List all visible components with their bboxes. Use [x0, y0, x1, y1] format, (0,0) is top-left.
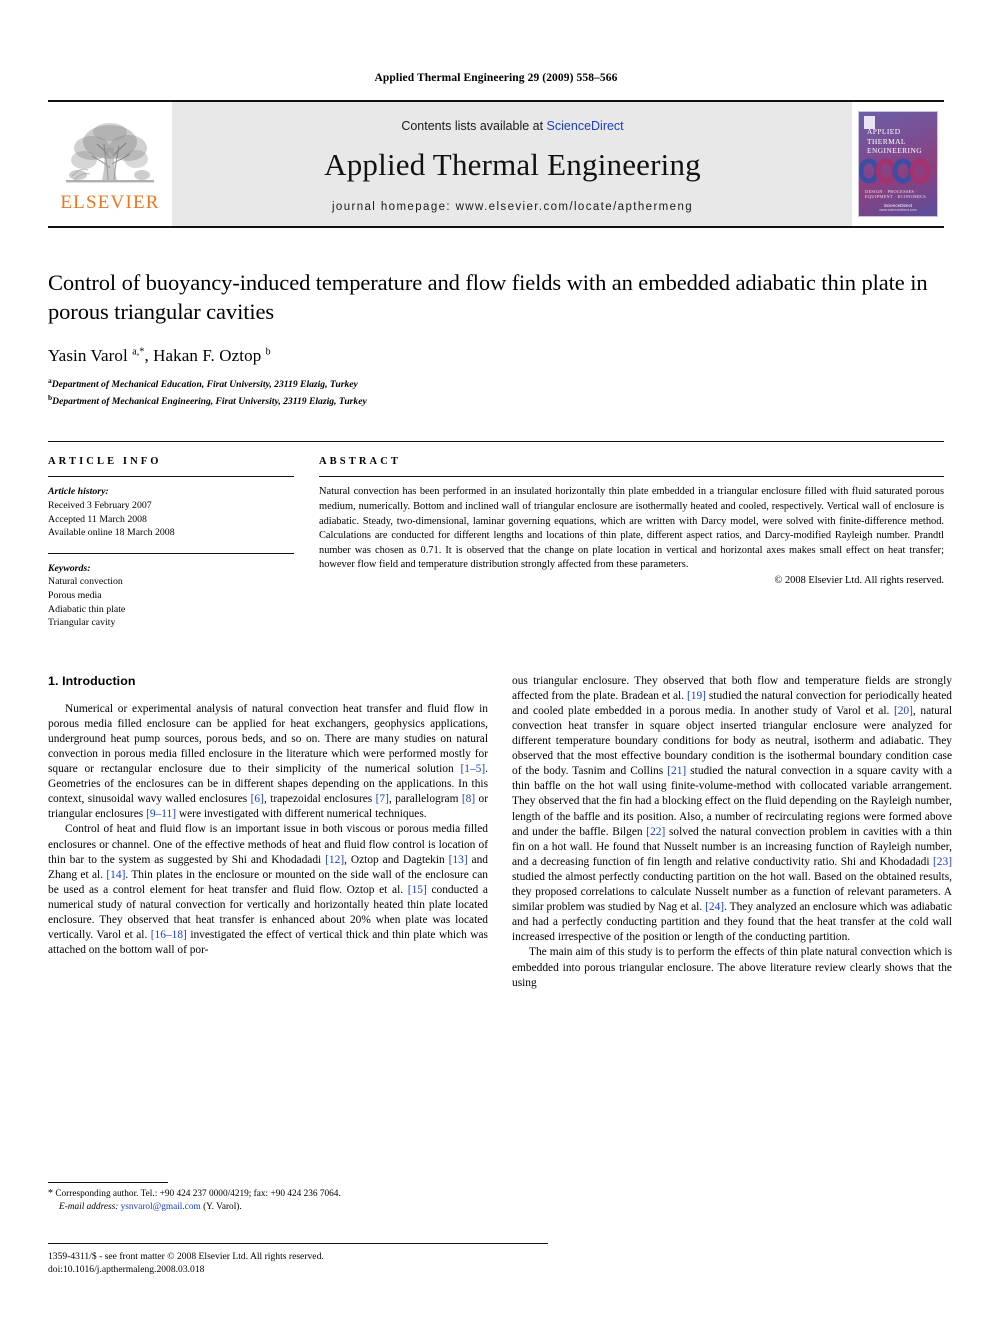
citation-link[interactable]: [1–5]: [460, 763, 485, 775]
citation-link[interactable]: [23]: [933, 856, 952, 868]
cover-footer-text: DESIGN · PROCESSES · EQUIPMENT · ECONOMI…: [865, 189, 926, 199]
citation-link[interactable]: [6]: [251, 793, 264, 805]
cover-title-line2: THERMAL: [867, 136, 906, 146]
affiliation-b-text: Department of Mechanical Engineering, Fi…: [52, 395, 367, 407]
citation-link[interactable]: [13]: [449, 854, 468, 866]
article-info-heading: ARTICLE INFO: [48, 456, 162, 468]
citation-link[interactable]: [14]: [106, 869, 125, 881]
cover-rings-graphic: [859, 158, 931, 184]
article-info-column: ARTICLE INFO Article history: Received 3…: [48, 442, 308, 629]
journal-masthead: ELSEVIER Contents lists available at Sci…: [48, 100, 944, 228]
issn-copyright-line: 1359-4311/$ - see front matter © 2008 El…: [48, 1251, 324, 1262]
journal-homepage[interactable]: journal homepage: www.elsevier.com/locat…: [332, 201, 693, 213]
contents-prefix: Contents lists available at: [401, 119, 547, 133]
affiliation-a: aDepartment of Mechanical Education, Fir…: [48, 375, 944, 392]
article-info-rule: [48, 476, 294, 478]
citation-link[interactable]: [22]: [646, 826, 665, 838]
affiliation-b: bDepartment of Mechanical Engineering, F…: [48, 392, 944, 409]
journal-title: Applied Thermal Engineering: [324, 147, 701, 182]
footnote-email-line: E-mail address: ysnvarol@gmail.com (Y. V…: [48, 1201, 488, 1214]
paragraph: Numerical or experimental analysis of na…: [48, 702, 489, 821]
email-label: E-mail address:: [59, 1201, 119, 1212]
sciencedirect-link[interactable]: ScienceDirect: [547, 119, 624, 133]
footnote-contact-line: * Corresponding author. Tel.: +90 424 23…: [48, 1188, 488, 1201]
section-heading-introduction: 1. Introduction: [48, 674, 488, 688]
keywords-label: Keywords:: [48, 562, 91, 574]
section-title: Introduction: [62, 673, 136, 688]
abstract-rule: [319, 476, 944, 478]
paragraph: The main aim of this study is to perform…: [512, 946, 952, 989]
elsevier-tree-icon: [64, 118, 156, 192]
footnote-marker: *: [48, 1188, 53, 1199]
cover-sd-url: www.sciencedirect.com: [879, 208, 917, 212]
info-abstract-block: ARTICLE INFO Article history: Received 3…: [48, 441, 944, 629]
contents-available-line: Contents lists available at ScienceDirec…: [401, 119, 623, 133]
article-history-item: Accepted 11 March 2008: [48, 513, 147, 525]
email-owner: (Y. Varol).: [203, 1201, 242, 1212]
article-history-item: Available online 18 March 2008: [48, 527, 175, 539]
body-columns: 1. Introduction Numerical or experimenta…: [48, 674, 952, 991]
cover-title-line3: ENGINEERING: [867, 146, 923, 155]
article-first-page: Applied Thermal Engineering 29 (2009) 55…: [0, 0, 992, 1323]
author-list: Yasin Varol a,*, Hakan F. Oztop b: [48, 346, 271, 365]
abstract-column: ABSTRACT Natural convection has been per…: [308, 442, 944, 629]
citation-link[interactable]: [24]: [705, 901, 724, 913]
citation-link[interactable]: [8]: [462, 793, 475, 805]
paragraph: ous triangular enclosure. They observed …: [512, 674, 953, 944]
citation-link[interactable]: [15]: [408, 884, 427, 896]
running-head: Applied Thermal Engineering 29 (2009) 55…: [374, 72, 618, 84]
cover-image: APPLIED THERMAL ENGINEERING DESIGN · PRO…: [858, 111, 938, 217]
cover-sciencedirect: ScienceDirect www.sciencedirect.com: [859, 203, 937, 212]
keyword-item: Adiabatic thin plate: [48, 603, 126, 615]
elsevier-logo: ELSEVIER: [48, 102, 172, 226]
article-history-label: Article history:: [48, 486, 109, 498]
citation-link[interactable]: [16–18]: [151, 929, 187, 941]
footnote-contact-text: Corresponding author. Tel.: +90 424 237 …: [55, 1189, 341, 1199]
citation-link[interactable]: [12]: [325, 854, 344, 866]
page-title: Control of buoyancy-induced temperature …: [48, 270, 928, 324]
citation-link[interactable]: [7]: [376, 793, 389, 805]
title-block: Control of buoyancy-induced temperature …: [48, 268, 944, 408]
citation-link[interactable]: [21]: [667, 765, 686, 777]
citation-link[interactable]: [20]: [894, 705, 913, 717]
article-history-item: Received 3 February 2007: [48, 499, 152, 511]
citation-link[interactable]: [19]: [687, 690, 706, 702]
abstract-heading: ABSTRACT: [319, 456, 401, 468]
email-link[interactable]: ysnvarol@gmail.com: [121, 1202, 201, 1212]
abstract-copyright: © 2008 Elsevier Ltd. All rights reserved…: [774, 574, 945, 586]
keyword-item: Triangular cavity: [48, 617, 116, 629]
paragraph: Control of heat and fluid flow is an imp…: [48, 823, 488, 957]
elsevier-wordmark: ELSEVIER: [60, 192, 160, 213]
keywords-rule: [48, 552, 294, 554]
affiliation-a-text: Department of Mechanical Education, Fira…: [51, 379, 358, 391]
section-number: 1.: [48, 673, 59, 688]
page-footer: 1359-4311/$ - see front matter © 2008 El…: [48, 1243, 548, 1277]
keyword-item: Natural convection: [48, 576, 123, 588]
corresponding-author-footnote: * Corresponding author. Tel.: +90 424 23…: [48, 1182, 488, 1213]
keyword-item: Porous media: [48, 589, 102, 601]
journal-cover-thumbnail: APPLIED THERMAL ENGINEERING DESIGN · PRO…: [852, 102, 944, 226]
doi-line: doi:10.1016/j.apthermaleng.2008.03.018: [48, 1263, 205, 1275]
body-column-right: ous triangular enclosure. They observed …: [512, 674, 952, 991]
journal-header-band: Contents lists available at ScienceDirec…: [172, 102, 852, 226]
cover-title-text: APPLIED THERMAL ENGINEERING: [867, 127, 933, 156]
footnote-rule: [48, 1182, 168, 1183]
cover-title-line1: APPLIED: [867, 127, 901, 136]
body-column-left: 1. Introduction Numerical or experimenta…: [48, 674, 488, 991]
citation-link[interactable]: [9–11]: [146, 808, 176, 820]
abstract-text: Natural convection has been performed in…: [319, 486, 944, 571]
